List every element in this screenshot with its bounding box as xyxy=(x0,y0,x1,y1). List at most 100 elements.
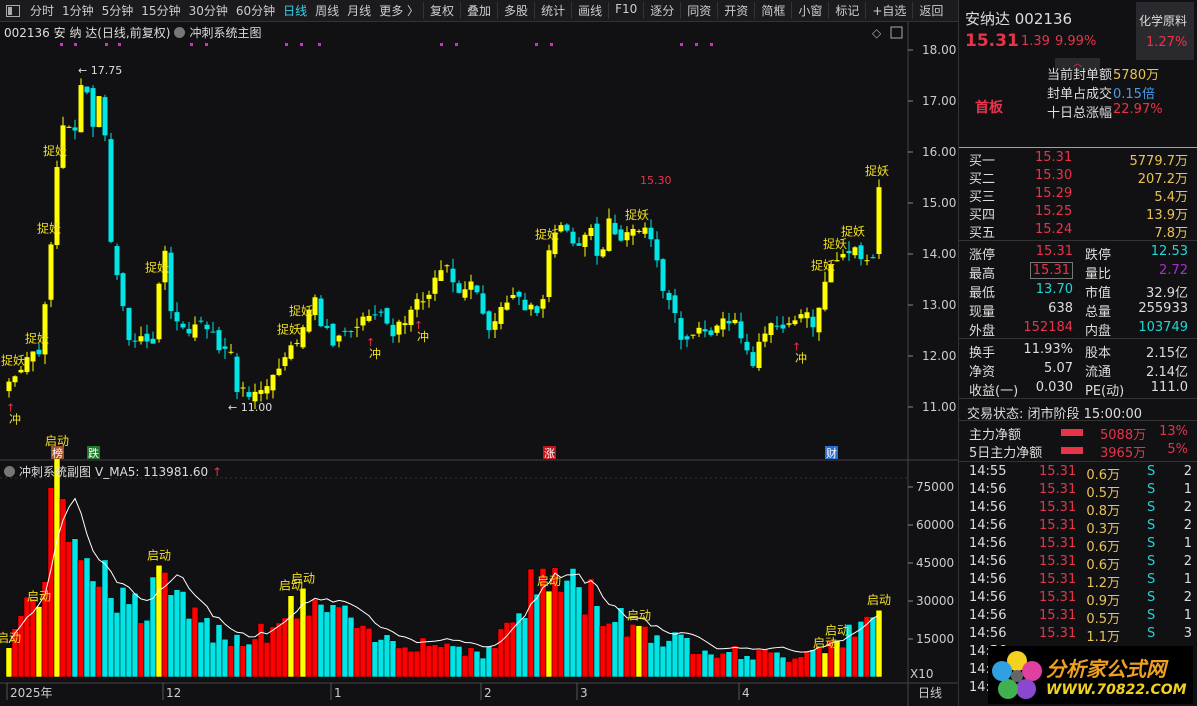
signal-dot xyxy=(105,43,108,46)
volume-bar xyxy=(635,625,643,678)
candle-body xyxy=(768,323,774,336)
bid-row: 买三 15.29 5.4万 xyxy=(959,186,1197,205)
candle-body xyxy=(624,232,630,241)
candle-body xyxy=(846,250,852,254)
candle-body xyxy=(450,268,456,283)
candle-body xyxy=(558,225,564,232)
sector-box[interactable]: 化学原料 1.27% xyxy=(1136,2,1194,60)
event-marker-label: 跌 xyxy=(88,446,99,460)
tick-side: S xyxy=(1147,518,1156,533)
tick-price: 15.31 xyxy=(1039,554,1077,569)
signal-dot xyxy=(190,43,193,46)
tick-side: S xyxy=(1147,590,1156,605)
signal-label: 捉妖 xyxy=(43,143,67,158)
tick-count: 1 xyxy=(1183,536,1192,551)
sub-indicator-name[interactable]: 冲刺系统副图 xyxy=(19,463,91,480)
candle-body xyxy=(12,376,18,383)
candle-body xyxy=(48,244,54,300)
candle-body xyxy=(378,311,384,313)
volume-bar xyxy=(749,659,757,678)
signal-dot xyxy=(550,43,553,46)
candle-body xyxy=(198,320,204,322)
volume-bar xyxy=(341,604,349,678)
volume-bar xyxy=(107,597,115,678)
bid-price: 15.30 xyxy=(1035,168,1073,183)
stat-label: 外盘 xyxy=(969,324,996,339)
candle-body xyxy=(264,386,270,394)
seal-value: 0.15倍 xyxy=(1113,87,1155,102)
volume-bar xyxy=(191,606,199,678)
candle-body xyxy=(438,270,444,281)
candle-body xyxy=(762,333,768,342)
stat-label: 股本 xyxy=(1085,346,1112,361)
logo-text: 分析家公式网 xyxy=(1046,656,1166,681)
peak-price-label: 15.30 xyxy=(640,174,672,187)
candle-body xyxy=(462,289,468,298)
candle-body xyxy=(384,308,390,324)
volume-bar xyxy=(695,653,703,678)
start-label: 启动 xyxy=(147,548,171,562)
volume-bar xyxy=(653,634,661,678)
volume-bar xyxy=(35,606,43,678)
tick-count: 1 xyxy=(1183,608,1192,623)
kline-chart[interactable]: 18.00 17.00 16.00 15.00 14.00 13.00 12.00 11.00… xyxy=(0,0,958,706)
tick-time: 14:56 xyxy=(969,626,1007,641)
volume-bar xyxy=(5,647,13,678)
xaxis-label: 4 xyxy=(742,686,750,700)
candle-body xyxy=(72,127,78,131)
candle-body xyxy=(588,227,594,236)
tick-volume: 0.5万 xyxy=(1086,612,1120,627)
candle-body xyxy=(528,304,534,310)
volume-tick-label: 15000 xyxy=(916,632,954,646)
tick-count: 1 xyxy=(1183,572,1192,587)
candle-body xyxy=(126,307,132,340)
candle-body xyxy=(390,324,396,337)
candle-body xyxy=(642,227,648,234)
tick-price: 15.31 xyxy=(1039,590,1077,605)
volume-bar xyxy=(713,657,721,678)
candle-body xyxy=(360,316,366,326)
indicator-dropdown-icon[interactable] xyxy=(174,27,186,38)
stock-name-code: 安纳达 002136 xyxy=(965,10,1073,28)
candle-body xyxy=(660,259,666,291)
volume-bar xyxy=(275,622,283,678)
tick-row: 14:56 15.31 0.5万 S 1 xyxy=(959,482,1197,501)
candle-body xyxy=(798,314,804,319)
stat-value: 32.9亿 xyxy=(1146,286,1188,301)
volume-bar xyxy=(359,625,367,678)
candle-body xyxy=(288,345,294,359)
volume-bar xyxy=(461,655,469,678)
candle-body xyxy=(504,302,510,310)
candle-body xyxy=(522,299,528,311)
candle-body xyxy=(90,88,96,127)
stat-value: 111.0 xyxy=(1150,380,1188,395)
indicator-dropdown-icon[interactable] xyxy=(4,466,15,477)
tick-volume: 0.5万 xyxy=(1086,486,1120,501)
volume-bar xyxy=(209,641,217,678)
price-change: 1.39 xyxy=(1021,34,1050,49)
tick-price: 15.31 xyxy=(1039,500,1077,515)
candle-body xyxy=(582,234,588,247)
candle-body xyxy=(336,335,342,342)
stat-value: 5.07 xyxy=(1044,361,1073,376)
candle-body xyxy=(492,321,498,330)
main-indicator-name[interactable]: 冲刺系统主图 xyxy=(189,24,261,41)
start-label: 启动 xyxy=(27,590,51,604)
candle-body xyxy=(270,374,276,391)
volume-bar xyxy=(737,658,745,678)
tick-side: S xyxy=(1147,608,1156,623)
candle-body xyxy=(804,312,810,319)
logo-url: WWW.70822.COM xyxy=(1046,681,1187,698)
candle-body xyxy=(666,292,672,301)
tick-side: S xyxy=(1147,626,1156,641)
candle-body xyxy=(636,230,642,232)
volume-bar xyxy=(665,640,673,678)
candle-body xyxy=(426,294,432,299)
candle-body xyxy=(486,311,492,331)
stat-value: 12.53 xyxy=(1150,244,1188,259)
stat-value: 13.70 xyxy=(1035,282,1073,297)
candle-body xyxy=(300,327,306,348)
candle-body xyxy=(600,249,606,257)
stat-row: 最高 15.31 量比 2.72 xyxy=(959,262,1197,282)
stat-row: 外盘 152184 内盘 103749 xyxy=(959,320,1197,339)
